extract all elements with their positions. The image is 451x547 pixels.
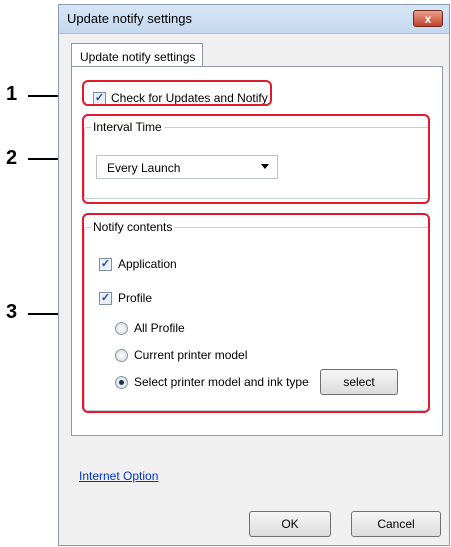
title-bar: Update notify settings x xyxy=(59,5,449,34)
callout-number-2: 2 xyxy=(6,147,18,169)
callout-box-2 xyxy=(82,114,430,204)
callout-number-1: 1 xyxy=(6,83,18,105)
callout-box-3 xyxy=(82,213,430,413)
cancel-button[interactable]: Cancel xyxy=(351,511,441,537)
tab-update-notify-settings[interactable]: Update notify settings xyxy=(71,43,203,67)
ok-button[interactable]: OK xyxy=(249,511,331,537)
internet-option-link[interactable]: Internet Option xyxy=(79,469,158,483)
callout-box-1 xyxy=(82,80,272,106)
callout-number-3: 3 xyxy=(6,301,18,323)
window-title: Update notify settings xyxy=(67,11,193,26)
close-button[interactable]: x xyxy=(413,10,443,27)
